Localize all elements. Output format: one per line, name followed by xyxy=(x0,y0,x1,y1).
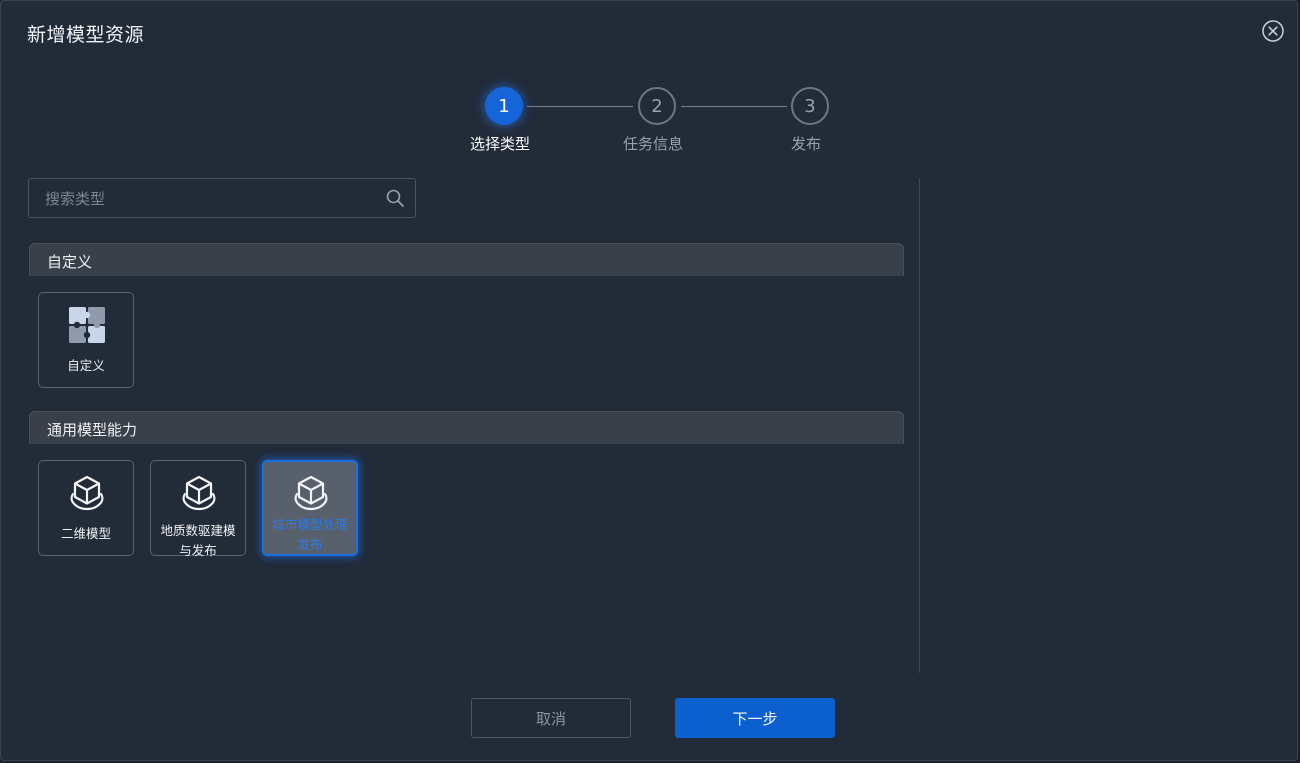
section-header-custom: 自定义 xyxy=(29,243,904,276)
vertical-divider xyxy=(919,178,920,673)
search-box xyxy=(28,178,416,219)
step-connector xyxy=(681,106,787,107)
cancel-button[interactable]: 取消 xyxy=(471,698,631,738)
stepper: 1 2 3 选择类型 任务信息 发布 xyxy=(1,1,1297,161)
step-connector xyxy=(527,106,633,107)
card-label: 自定义 xyxy=(67,358,105,373)
search-input[interactable] xyxy=(43,179,377,219)
new-model-resource-dialog: 新增模型资源 1 2 3 选择类型 任务信息 发布 自定义 xyxy=(0,0,1298,761)
cube-icon xyxy=(294,475,328,511)
step-2-label: 任务信息 xyxy=(622,135,683,153)
cube-icon xyxy=(70,475,104,511)
step-1-label: 选择类型 xyxy=(469,135,530,153)
puzzle-icon xyxy=(69,307,105,343)
card-label: 地质数驱建模 与发布 xyxy=(160,523,236,558)
cube-icon xyxy=(182,475,216,511)
section-header-general-model: 通用模型能力 xyxy=(29,411,904,444)
step-1-circle: 1 xyxy=(485,87,523,125)
card-custom[interactable]: 自定义 xyxy=(38,292,134,388)
next-step-button[interactable]: 下一步 xyxy=(675,698,835,738)
search-icon[interactable] xyxy=(385,188,405,208)
card-city-model-processing[interactable]: 城市模型处理 发布 xyxy=(262,460,358,556)
card-label: 城市模型处理 发布 xyxy=(272,517,348,552)
card-2d-model[interactable]: 二维模型 xyxy=(38,460,134,556)
step-3-label: 发布 xyxy=(790,135,821,153)
card-geology-modeling[interactable]: 地质数驱建模 与发布 xyxy=(150,460,246,558)
step-2-circle: 2 xyxy=(638,87,676,125)
step-3-circle: 3 xyxy=(791,87,829,125)
card-label: 二维模型 xyxy=(60,526,111,541)
